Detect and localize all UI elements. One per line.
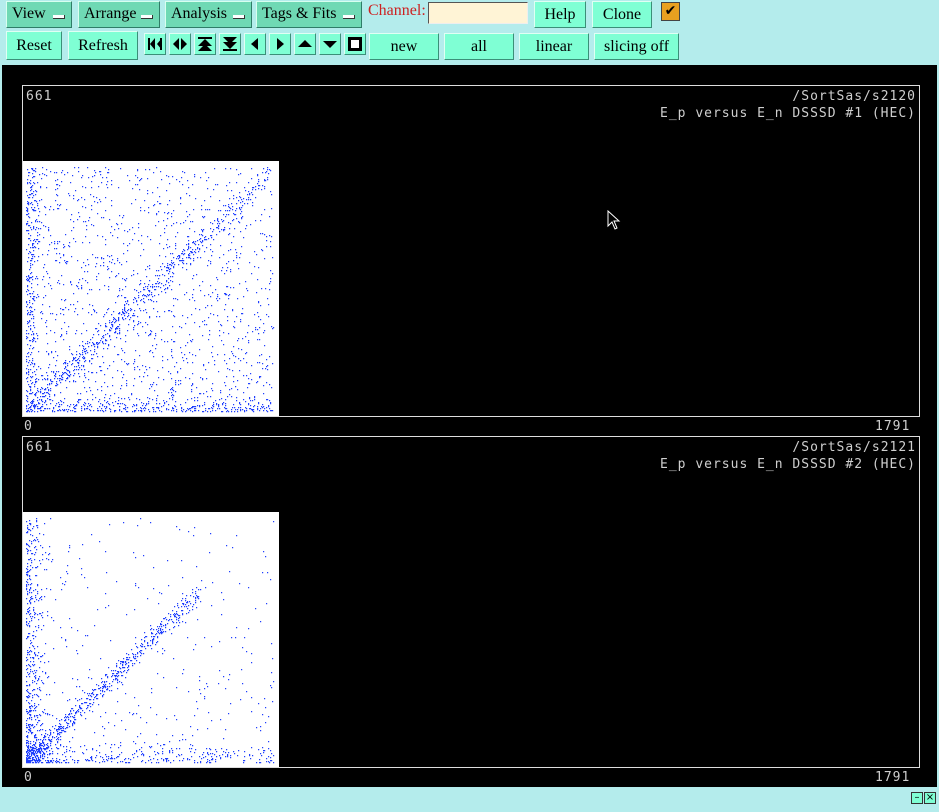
scroll-top-icon[interactable] [194,33,216,55]
refresh-button[interactable]: Refresh [68,31,138,60]
histogram-title: E_p versus E_n DSSSD #1 (HEC) [660,106,916,121]
channel-input[interactable] [428,2,528,24]
menu-tags-fits-label: Tags & Fits [262,5,337,22]
scatter-plot-2-points [26,518,275,764]
step-down-icon[interactable] [319,33,341,55]
minimize-icon[interactable]: – [911,792,923,804]
menu-arrange[interactable]: Arrange [78,1,160,28]
x-min-label: 0 [24,770,33,785]
menu-tags-fits[interactable]: Tags & Fits [256,1,362,28]
help-button[interactable]: Help [534,1,586,28]
stop-square-icon[interactable] [344,33,366,55]
menu-view-label: View [12,5,46,22]
enable-checkbox[interactable]: ✔ [661,2,680,21]
new-button[interactable]: new [369,33,439,60]
y-max-label: 661 [26,89,53,104]
scatter-plot-1-points [26,167,275,413]
all-button[interactable]: all [444,33,514,60]
menu-analysis-label: Analysis [171,5,227,22]
status-bar [0,787,939,812]
menu-indicator-icon [343,15,355,19]
histogram-title: E_p versus E_n DSSSD #2 (HEC) [660,457,916,472]
scatter-plot-1[interactable] [23,161,279,416]
scatter-points [26,518,275,764]
scatter-plot-2[interactable] [23,512,279,767]
x-max-label: 1791 [875,770,911,785]
expand-horizontal-icon[interactable] [169,33,191,55]
scatter-points [26,167,275,413]
first-icon[interactable] [144,33,166,55]
menu-indicator-icon [141,15,153,19]
x-min-label: 0 [24,419,33,434]
scroll-bottom-icon[interactable] [219,33,241,55]
step-up-icon[interactable] [294,33,316,55]
linear-button[interactable]: linear [519,33,589,60]
channel-label: Channel: [368,2,426,19]
menu-view[interactable]: View [6,1,72,28]
slicing-button[interactable]: slicing off [594,33,679,60]
step-right-icon[interactable] [269,33,291,55]
histogram-path: /SortSas/s2121 [792,440,916,455]
close-icon[interactable]: × [924,792,936,804]
display-area[interactable]: 661 /SortSas/s2120 E_p versus E_n DSSSD … [2,65,937,787]
y-max-label: 661 [26,440,53,455]
x-max-label: 1791 [875,419,911,434]
menu-analysis[interactable]: Analysis [165,1,252,28]
histogram-panel-2[interactable]: 661 /SortSas/s2121 E_p versus E_n DSSSD … [22,436,920,768]
reset-button[interactable]: Reset [6,31,62,60]
histogram-path: /SortSas/s2120 [792,89,916,104]
histogram-panel-1[interactable]: 661 /SortSas/s2120 E_p versus E_n DSSSD … [22,85,920,417]
step-left-icon[interactable] [244,33,266,55]
menu-arrange-label: Arrange [84,5,137,22]
mouse-cursor-icon [607,210,621,230]
clone-button[interactable]: Clone [592,1,652,28]
menu-indicator-icon [53,15,65,19]
menu-indicator-icon [233,15,245,19]
